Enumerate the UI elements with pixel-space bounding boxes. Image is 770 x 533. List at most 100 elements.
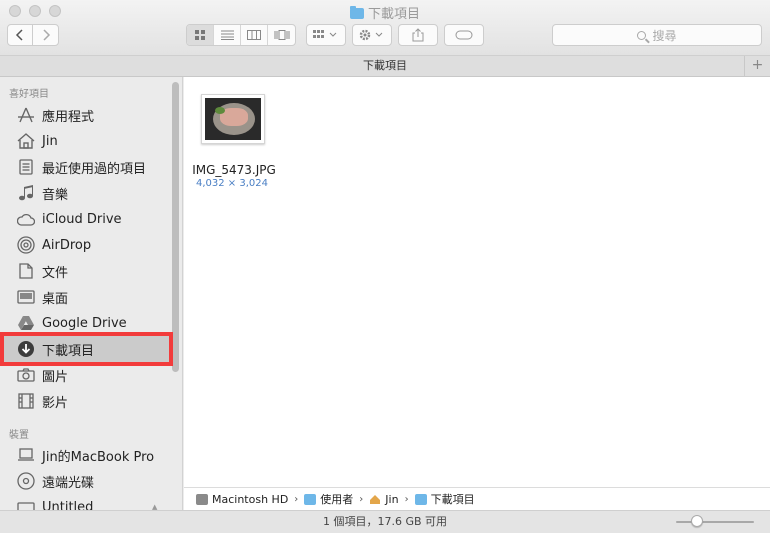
google-drive-icon — [17, 314, 35, 332]
tab-downloads[interactable]: 下載項目 — [363, 59, 407, 72]
arrange-icon — [313, 30, 337, 38]
file-dimensions: 4,032 × 3,024 — [196, 178, 268, 189]
window-titlebar: 下載項目 搜尋 — [0, 0, 770, 56]
sidebar-item-macbook[interactable]: Jin的MacBook Pro — [0, 442, 175, 468]
chevron-right-icon: › — [359, 493, 364, 505]
back-button[interactable] — [7, 24, 33, 46]
sidebar-item-home[interactable]: Jin — [0, 128, 175, 154]
image-thumbnail — [205, 98, 261, 140]
icon-view-button[interactable] — [187, 25, 214, 45]
home-icon — [370, 494, 381, 504]
grid-icon — [194, 29, 205, 40]
sidebar-item-pictures[interactable]: 圖片 — [0, 362, 175, 388]
sidebar-item-label: 圖片 — [42, 369, 69, 385]
gear-icon — [359, 29, 383, 41]
sidebar-scrollbar[interactable] — [172, 82, 179, 372]
sidebar-item-label: AirDrop — [42, 237, 92, 253]
sidebar-item-recents[interactable]: 最近使用過的項目 — [0, 154, 175, 180]
sidebar-item-icloud-drive[interactable]: iCloud Drive — [0, 206, 175, 232]
recents-icon — [17, 158, 35, 176]
edit-tags-button[interactable] — [444, 24, 484, 46]
sidebar-item-label: Untitled — [42, 499, 94, 511]
gallery-view-button[interactable] — [268, 25, 295, 45]
coverflow-icon — [274, 30, 289, 40]
sidebar-item-label: iCloud Drive — [42, 211, 122, 227]
camera-icon — [17, 366, 35, 384]
laptop-icon — [17, 446, 35, 464]
sidebar-item-label: 音樂 — [42, 187, 69, 203]
icon-size-slider[interactable] — [676, 521, 754, 523]
sidebar-item-google-drive[interactable]: Google Drive — [0, 310, 175, 336]
sidebar-item-applications[interactable]: 應用程式 — [0, 102, 175, 128]
sidebar-item-label: 文件 — [42, 265, 69, 281]
columns-icon — [247, 30, 261, 40]
sidebar-item-documents[interactable]: 文件 — [0, 258, 175, 284]
file-name: IMG_5473.JPG — [192, 163, 276, 177]
file-thumbnail[interactable] — [201, 94, 265, 144]
folder-icon — [304, 493, 317, 505]
sidebar-item-label: 下載項目 — [42, 343, 95, 359]
hard-drive-icon — [196, 493, 208, 505]
search-field[interactable]: 搜尋 — [552, 24, 762, 46]
sidebar-item-music[interactable]: 音樂 — [0, 180, 175, 206]
disc-icon — [17, 472, 35, 490]
sidebar-item-label: Google Drive — [42, 315, 127, 331]
sidebar-item-desktop[interactable]: 桌面 — [0, 284, 175, 310]
file-item[interactable]: IMG_5473.JPG 4,032 × 3,024 — [184, 77, 284, 197]
status-bar: 1 個項目，17.6 GB 可用 — [0, 510, 770, 533]
path-bar: Macintosh HD › 使用者 › Jin › 下載項目 — [184, 487, 770, 510]
sidebar-item-airdrop[interactable]: AirDrop — [0, 232, 175, 258]
airdrop-icon — [17, 236, 35, 254]
sidebar-item-label: 應用程式 — [42, 109, 95, 125]
drive-icon — [17, 498, 35, 510]
devices-header: 裝置 — [9, 430, 29, 441]
list-view-button[interactable] — [214, 25, 241, 45]
status-text: 1 個項目，17.6 GB 可用 — [322, 515, 448, 528]
sidebar-item-untitled[interactable]: Untitled — [0, 494, 175, 510]
chevron-left-icon — [15, 29, 23, 41]
new-tab-button[interactable]: + — [744, 56, 770, 76]
sidebar-item-label: 遠端光碟 — [42, 475, 95, 491]
desktop-icon — [17, 288, 35, 306]
downloads-folder-icon — [414, 493, 427, 505]
icon-size-slider-knob[interactable] — [691, 515, 703, 527]
download-icon — [17, 340, 35, 358]
chevron-right-icon: › — [404, 493, 409, 505]
tag-icon — [455, 30, 473, 40]
column-view-button[interactable] — [241, 25, 268, 45]
path-crumb-users[interactable]: 使用者 — [304, 491, 353, 507]
forward-button[interactable] — [32, 24, 59, 46]
list-icon — [220, 30, 234, 40]
path-crumb-downloads[interactable]: 下載項目 — [414, 491, 475, 507]
sidebar-item-label: Jin — [42, 133, 58, 149]
film-icon — [17, 392, 35, 410]
home-icon — [17, 132, 35, 150]
window-title: 下載項目 — [0, 3, 770, 22]
share-button[interactable] — [398, 24, 438, 46]
arrange-button[interactable] — [306, 24, 346, 46]
music-icon — [17, 184, 35, 202]
favorites-header: 喜好項目 — [9, 89, 49, 100]
sidebar-item-remote-disc[interactable]: 遠端光碟 — [0, 468, 175, 494]
tab-bar: 下載項目 + — [0, 56, 770, 77]
path-crumb-home[interactable]: Jin — [369, 493, 399, 506]
sidebar-item-label: 最近使用過的項目 — [42, 161, 147, 177]
sidebar-item-downloads[interactable]: 下載項目 — [0, 336, 175, 362]
sidebar-item-label: 影片 — [42, 395, 69, 411]
sidebar: 喜好項目 應用程式 Jin 最近使用過的項目 音樂 iCloud Drive A… — [0, 77, 183, 510]
applications-icon — [17, 106, 35, 124]
document-icon — [17, 262, 35, 280]
cloud-icon — [17, 210, 35, 228]
action-button[interactable] — [352, 24, 392, 46]
chevron-right-icon: › — [294, 493, 299, 505]
sidebar-item-movies[interactable]: 影片 — [0, 388, 175, 414]
search-placeholder: 搜尋 — [652, 28, 677, 43]
sidebar-item-label: Jin的MacBook Pro — [42, 449, 155, 465]
file-browser-content: IMG_5473.JPG 4,032 × 3,024 — [184, 77, 770, 487]
share-icon — [412, 28, 424, 42]
downloads-folder-icon — [349, 6, 364, 19]
chevron-right-icon — [42, 29, 50, 41]
path-crumb-macintosh-hd[interactable]: Macintosh HD — [196, 493, 288, 506]
eject-icon[interactable]: ▲ — [152, 503, 157, 510]
search-icon — [637, 30, 647, 40]
